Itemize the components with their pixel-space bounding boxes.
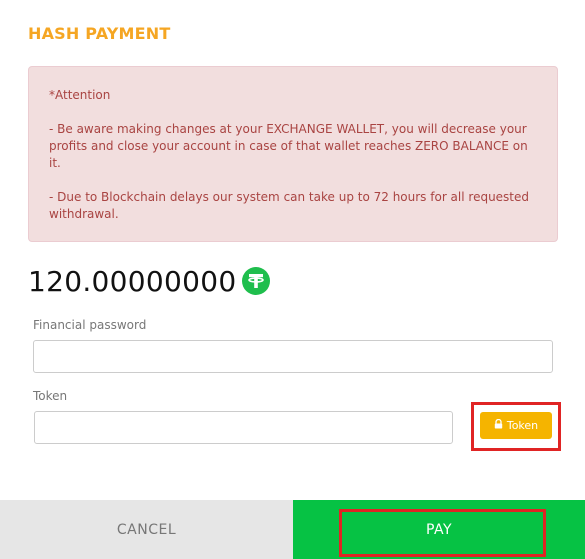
- attention-alert: *Attention - Be aware making changes at …: [28, 66, 558, 242]
- alert-heading: *Attention: [49, 88, 111, 102]
- token-button[interactable]: Token: [480, 412, 552, 439]
- token-label: Token: [33, 389, 68, 403]
- tether-icon: [242, 267, 271, 295]
- modal-title: HASH PAYMENT: [28, 24, 171, 43]
- pay-button-wrapper: PAY: [293, 500, 585, 559]
- financial-password-label: Financial password: [33, 318, 147, 332]
- hash-payment-modal: HASH PAYMENT *Attention - Be aware makin…: [0, 0, 585, 559]
- token-button-label: Token: [506, 419, 539, 432]
- pay-button[interactable]: PAY: [293, 500, 585, 559]
- financial-password-input[interactable]: [33, 340, 553, 373]
- cancel-button[interactable]: CANCEL: [0, 500, 293, 559]
- payment-amount: 120.00000000: [28, 264, 237, 298]
- lock-icon: [494, 418, 503, 432]
- alert-line-blockchain-delay: - Due to Blockchain delays our system ca…: [49, 190, 530, 221]
- amount-row: 120.00000000: [28, 262, 271, 300]
- modal-footer: CANCEL PAY: [0, 500, 585, 559]
- alert-line-exchange-wallet: - Be aware making changes at your EXCHAN…: [49, 122, 528, 170]
- token-input[interactable]: [34, 411, 453, 444]
